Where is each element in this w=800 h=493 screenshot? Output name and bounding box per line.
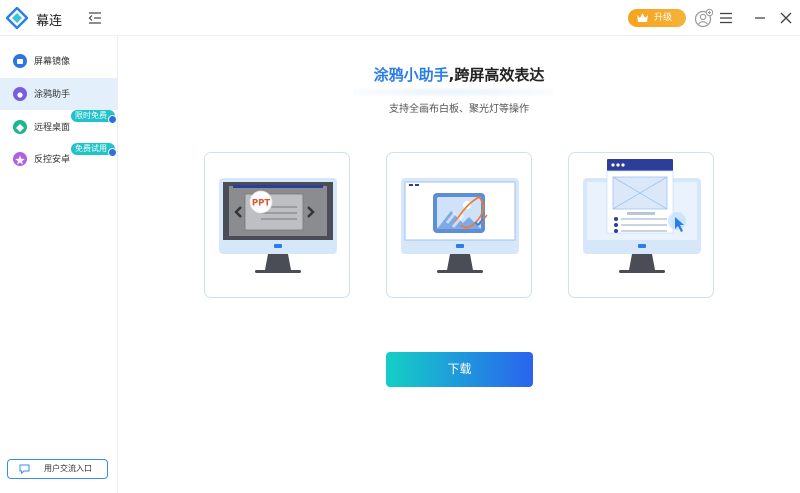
screen-mirror-icon xyxy=(13,54,27,68)
sidebar-item-label: 远程桌面 xyxy=(34,123,71,133)
sidebar-item-doodle-assistant[interactable]: 涂鸦助手 xyxy=(0,78,117,110)
app-logo-icon xyxy=(6,7,28,29)
close-icon[interactable] xyxy=(779,11,793,25)
web-spotlight-monitor-illustration xyxy=(583,159,701,273)
sidebar-item-label: 反控安卓 xyxy=(34,155,71,165)
ppt-slide-monitor-illustration: PPT xyxy=(219,178,337,273)
title-bar: 幕连 升级 xyxy=(0,0,800,36)
sidebar: 屏幕镜像 涂鸦助手 远程桌面 限时免费 反控安卓 免费试用 用户交流入口 xyxy=(0,36,118,493)
community-label: 用户交流入口 xyxy=(44,464,92,473)
ppt-label: PPT xyxy=(252,199,270,209)
feature-card-annotation xyxy=(386,152,532,298)
collapse-sidebar-icon[interactable] xyxy=(86,9,104,27)
doodle-assistant-icon xyxy=(13,87,27,101)
headline-highlight: 涂鸦小助手 xyxy=(373,66,449,84)
upgrade-label: 升级 xyxy=(653,13,672,23)
page-headline: 涂鸦小助手,跨屏高效表达 xyxy=(118,64,800,85)
sidebar-item-label: 涂鸦助手 xyxy=(34,90,71,100)
crown-icon xyxy=(637,13,648,22)
headline-glow xyxy=(353,88,553,96)
badge-corner-dot xyxy=(108,148,117,157)
reverse-control-icon xyxy=(13,152,27,166)
user-community-button[interactable]: 用户交流入口 xyxy=(7,459,108,479)
image-annotation-monitor-illustration xyxy=(401,178,519,273)
page-subtitle: 支持全画布白板、聚光灯等操作 xyxy=(389,104,529,115)
app-title: 幕连 xyxy=(36,14,63,29)
menu-icon[interactable] xyxy=(719,11,733,25)
minimize-icon[interactable] xyxy=(753,11,767,25)
main-content: 涂鸦小助手,跨屏高效表达 支持全画布白板、聚光灯等操作 PPT 下载 xyxy=(118,36,800,493)
remote-desktop-icon xyxy=(13,120,27,134)
feature-card-spotlight xyxy=(568,152,714,298)
user-avatar-icon[interactable] xyxy=(694,8,714,28)
badge-corner-dot xyxy=(108,115,117,124)
upgrade-button[interactable]: 升级 xyxy=(628,9,686,27)
download-button[interactable]: 下载 xyxy=(386,352,533,387)
sidebar-item-screen-mirror[interactable]: 屏幕镜像 xyxy=(0,45,117,77)
headline-rest: ,跨屏高效表达 xyxy=(448,66,545,84)
sidebar-item-label: 屏幕镜像 xyxy=(34,57,71,67)
chat-icon xyxy=(19,464,30,474)
feature-card-ppt: PPT xyxy=(204,152,350,298)
